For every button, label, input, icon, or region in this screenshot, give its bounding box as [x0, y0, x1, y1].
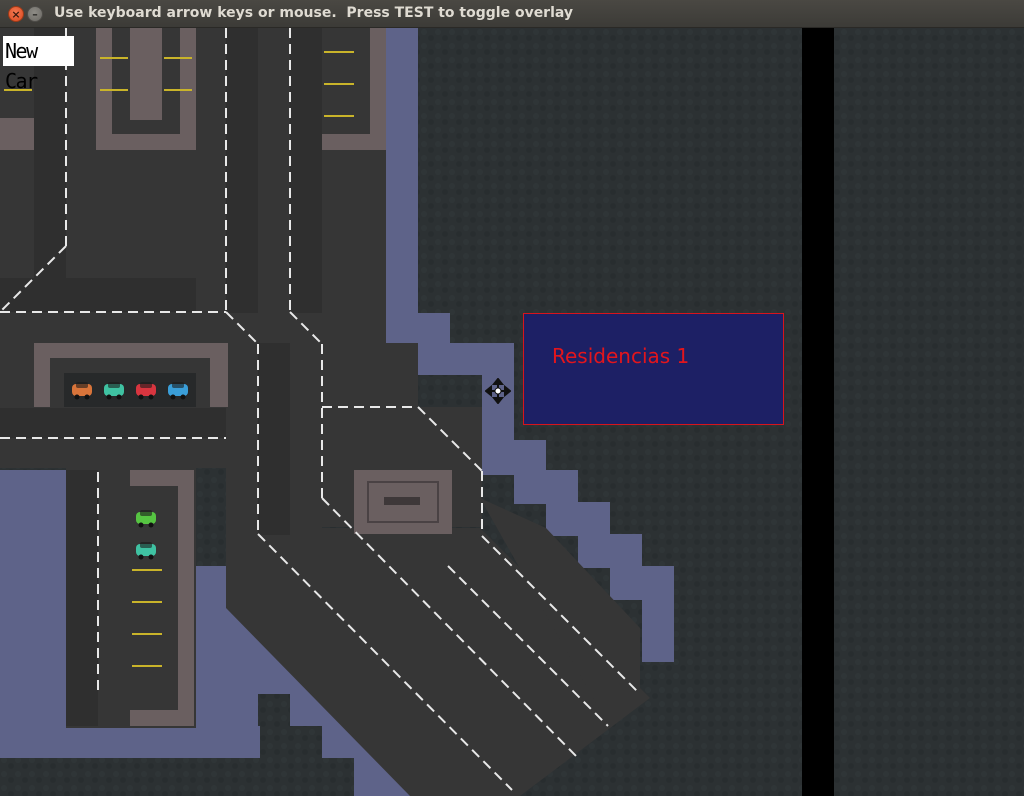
game-map-viewport[interactable]: New Car Residencias 1 — [0, 28, 1024, 796]
close-icon[interactable]: × — [8, 6, 24, 22]
new-car-button[interactable]: New Car — [3, 36, 74, 93]
city-map[interactable] — [0, 28, 1024, 796]
window-titlebar: × – Use keyboard arrow keys or mouse. Pr… — [0, 0, 1024, 28]
window-title: Use keyboard arrow keys or mouse. Press … — [54, 5, 574, 21]
move-cursor-icon — [485, 378, 511, 404]
zone-label: Residencias 1 — [552, 344, 690, 368]
minimize-icon[interactable]: – — [27, 6, 43, 22]
zone-overlay[interactable]: Residencias 1 — [523, 313, 784, 425]
map-boundary-strip — [802, 28, 834, 796]
